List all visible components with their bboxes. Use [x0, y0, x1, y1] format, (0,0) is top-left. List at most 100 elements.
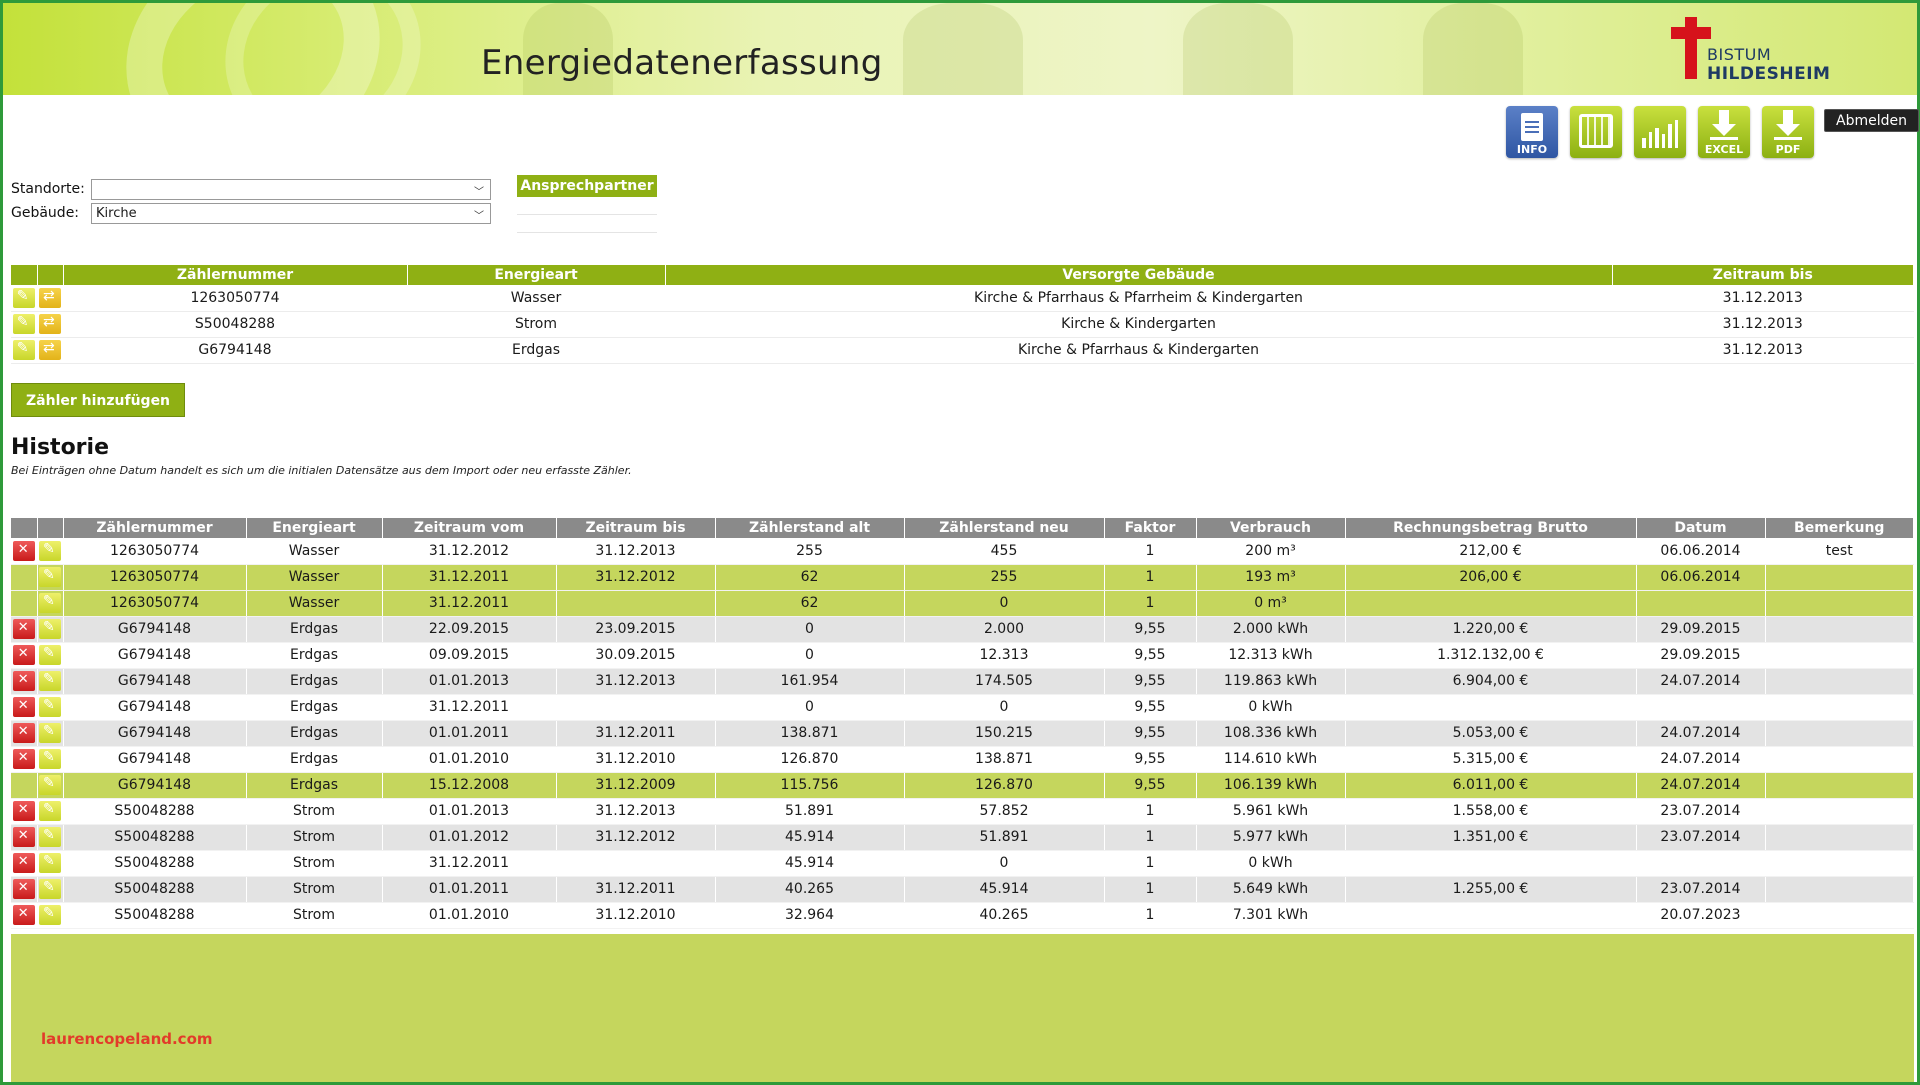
- history-col: Zählernummer: [63, 518, 247, 538]
- delete-icon[interactable]: [12, 853, 35, 873]
- history-cell: 01.01.2010: [382, 902, 557, 929]
- history-cell: 15.12.2008: [382, 772, 557, 799]
- edit-cell: [11, 311, 38, 338]
- history-cell: [1345, 590, 1637, 617]
- gebaeude-value: Kirche: [96, 205, 137, 221]
- contact-header[interactable]: Ansprechpartner: [517, 175, 657, 197]
- history-title: Historie: [11, 435, 109, 460]
- history-cell: 45.914: [715, 850, 905, 877]
- meter-cell-until: 31.12.2013: [1612, 285, 1914, 312]
- delete-icon[interactable]: [12, 801, 35, 821]
- history-cell: 01.01.2011: [382, 876, 557, 903]
- history-cell: 1263050774: [63, 564, 247, 591]
- chart-button[interactable]: [1634, 106, 1686, 158]
- meter-cell-buildings: Kirche & Kindergarten: [665, 311, 1613, 338]
- delete-icon[interactable]: [12, 827, 35, 847]
- gebaeude-label: Gebäude:: [11, 205, 80, 221]
- history-cell: 31.12.2011: [556, 720, 716, 747]
- history-cell: 106.139 kWh: [1196, 772, 1346, 799]
- edit-icon[interactable]: [39, 671, 61, 691]
- swap-icon[interactable]: [39, 287, 61, 308]
- history-cell: 126.870: [715, 746, 905, 773]
- history-cell: 01.01.2013: [382, 668, 557, 695]
- swap-icon[interactable]: [39, 340, 61, 360]
- contact-panel: Ansprechpartner: [517, 175, 657, 233]
- edit-icon[interactable]: [39, 749, 61, 769]
- delete-icon[interactable]: [12, 749, 35, 769]
- logo-text-line2: HILDESHEIM: [1707, 64, 1831, 84]
- history-cell: S50048288: [63, 876, 247, 903]
- edit-icon[interactable]: [39, 801, 61, 821]
- calendar-button[interactable]: [1570, 106, 1622, 158]
- history-cell: 200 m³: [1196, 538, 1346, 565]
- delete-icon[interactable]: [12, 905, 35, 925]
- history-cell: test: [1765, 538, 1914, 565]
- history-row: S50048288Strom01.01.201031.12.201032.964…: [11, 902, 1914, 929]
- history-cell: 45.914: [715, 824, 905, 851]
- delete-icon[interactable]: [12, 697, 35, 717]
- gebaeude-select[interactable]: Kirche ﹀: [91, 202, 491, 224]
- edit-icon[interactable]: [12, 287, 35, 308]
- history-cell: 24.07.2014: [1636, 772, 1766, 799]
- meter-cell-buildings: Kirche & Pfarrhaus & Kindergarten: [665, 337, 1613, 364]
- document-icon: [1521, 113, 1543, 141]
- edit-cell: [37, 538, 64, 565]
- edit-icon[interactable]: [39, 905, 61, 925]
- delete-icon[interactable]: [12, 879, 35, 899]
- history-row: 1263050774Wasser31.12.201131.12.20126225…: [11, 564, 1914, 591]
- logout-button[interactable]: Abmelden: [1824, 109, 1919, 132]
- meters-col-number: Zählernummer: [63, 265, 408, 285]
- standorte-select[interactable]: ﹀: [91, 178, 491, 200]
- edit-icon[interactable]: [12, 314, 35, 334]
- edit-icon[interactable]: [39, 879, 61, 899]
- delete-icon[interactable]: [12, 540, 35, 561]
- history-cell: [1636, 694, 1766, 721]
- history-cell: G6794148: [63, 746, 247, 773]
- meter-cell-until: 31.12.2013: [1612, 337, 1914, 364]
- edit-icon[interactable]: [39, 593, 61, 613]
- edit-cell: [37, 824, 64, 851]
- edit-icon[interactable]: [39, 619, 61, 639]
- edit-icon[interactable]: [39, 853, 61, 873]
- history-cell: 06.06.2014: [1636, 538, 1766, 565]
- info-button[interactable]: INFO: [1506, 106, 1558, 158]
- history-cell: 1: [1104, 850, 1197, 877]
- history-cell: [1765, 720, 1914, 747]
- history-cell: [556, 850, 716, 877]
- edit-icon[interactable]: [39, 540, 61, 561]
- info-button-label: INFO: [1516, 143, 1548, 156]
- history-cell: 114.610 kWh: [1196, 746, 1346, 773]
- history-cell: 01.01.2011: [382, 720, 557, 747]
- watermark-text: laurencopeland.com: [41, 1030, 213, 1048]
- delete-icon[interactable]: [12, 619, 35, 639]
- history-cell: 51.891: [715, 798, 905, 825]
- history-cell: G6794148: [63, 616, 247, 643]
- edit-icon[interactable]: [39, 567, 61, 587]
- edit-icon[interactable]: [39, 827, 61, 847]
- pdf-export-button[interactable]: PDF: [1762, 106, 1814, 158]
- delete-icon[interactable]: [12, 723, 35, 743]
- history-cell: [1765, 642, 1914, 669]
- edit-icon[interactable]: [39, 775, 61, 795]
- edit-cell: [11, 285, 38, 312]
- history-cell: [1765, 668, 1914, 695]
- meter-cell-type: Wasser: [407, 285, 666, 312]
- meter-cell-until: 31.12.2013: [1612, 311, 1914, 338]
- edit-icon[interactable]: [39, 723, 61, 743]
- excel-export-button[interactable]: EXCEL: [1698, 106, 1750, 158]
- history-cell: 23.09.2015: [556, 616, 716, 643]
- add-meter-button[interactable]: Zähler hinzufügen: [11, 383, 186, 417]
- swap-icon[interactable]: [39, 314, 61, 334]
- edit-icon[interactable]: [39, 645, 61, 665]
- swap-cell: [37, 285, 64, 312]
- edit-icon[interactable]: [12, 340, 35, 360]
- history-cell: 24.07.2014: [1636, 720, 1766, 747]
- history-cell: 6.904,00 €: [1345, 668, 1637, 695]
- delete-icon[interactable]: [12, 671, 35, 691]
- edit-cell: [37, 642, 64, 669]
- edit-icon[interactable]: [39, 697, 61, 717]
- history-cell: 31.12.2013: [556, 668, 716, 695]
- delete-icon[interactable]: [12, 645, 35, 665]
- history-cell: 9,55: [1104, 668, 1197, 695]
- history-cell: 212,00 €: [1345, 538, 1637, 565]
